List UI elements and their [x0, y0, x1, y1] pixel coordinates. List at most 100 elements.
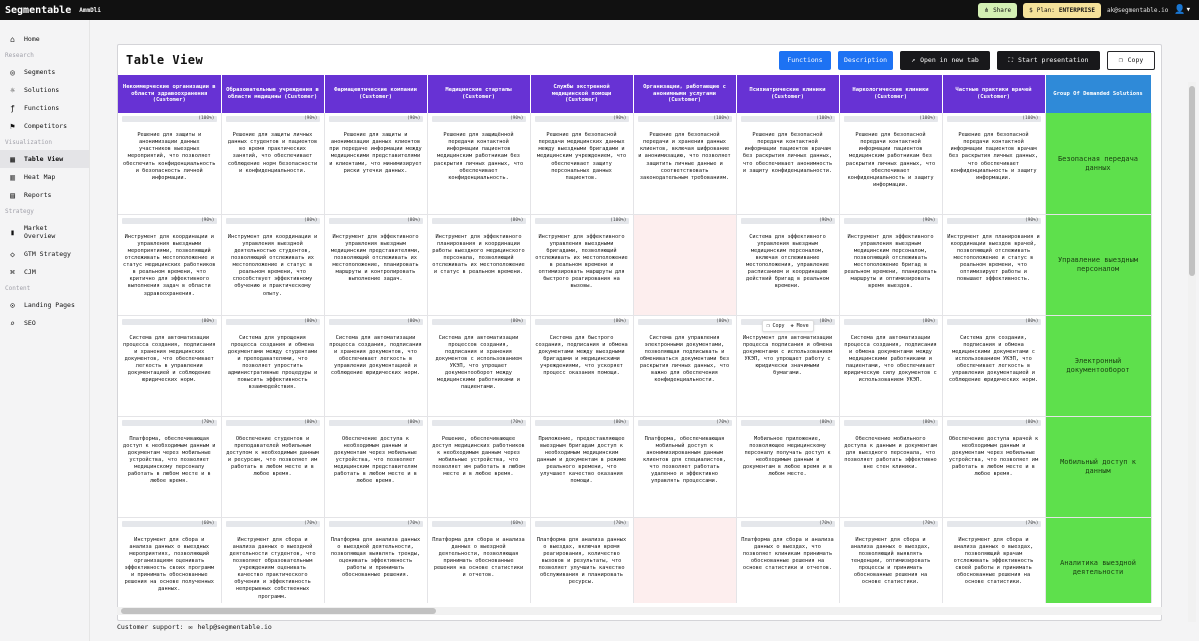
column-header[interactable]: Организации, работающие с анонимными усл…	[633, 75, 737, 113]
table-cell[interactable]: (70%) Инструмент для сбора и анализа данн…	[221, 517, 325, 603]
table-cell[interactable]: (100%) Решение для безопасной передачи ко…	[736, 113, 840, 215]
sidebar-item-heat-map[interactable]: ▥ Heat Map	[0, 168, 89, 186]
sidebar-item-seo[interactable]: ⌕ SEO	[0, 314, 89, 332]
column-header[interactable]: Медицинские стартапы (Customer)	[427, 75, 531, 113]
table-cell[interactable]: (70%) Платформа для анализа данных о выез…	[530, 517, 634, 603]
functions-button[interactable]: Functions	[779, 50, 831, 70]
column-header[interactable]: Некоммерческие организации в области здр…	[118, 75, 222, 113]
column-header[interactable]: Наркологические клиники (Customer)	[839, 75, 943, 113]
sidebar-item-solutions[interactable]: ☼ Solutions	[0, 81, 89, 99]
vertical-scrollbar[interactable]	[1188, 82, 1196, 622]
cell-text: Решение для защиты личных данных студент…	[227, 132, 318, 174]
brand-logo[interactable]: Segmentable	[5, 5, 71, 16]
column-header[interactable]: Частные практики врачей (Customer)	[942, 75, 1046, 113]
table-cell[interactable]: (70%) Платформа для анализа данных о выез…	[324, 517, 428, 603]
table-cell[interactable]: (80%) Система для быстрого создания, подп…	[530, 315, 634, 417]
table-cell[interactable]: (80%) Обеспечение мобильного доступа к да…	[839, 416, 943, 518]
support-email-link[interactable]: help@segmentable.io	[197, 623, 271, 631]
open-new-tab-button[interactable]: ↗ Open in new tab	[900, 50, 990, 70]
table-cell[interactable]: (80%) Система для автоматизации процесса …	[839, 315, 943, 417]
table-cell[interactable]: (80%) Обеспечение студентов и преподавате…	[221, 416, 325, 518]
sidebar-item-home[interactable]: ⌂ Home	[0, 30, 89, 48]
sidebar-item-table-view[interactable]: ▦ Table View	[0, 150, 89, 168]
table-cell[interactable]: (80%) Мобильное приложение, позволяющее м…	[736, 416, 840, 518]
cell-text: Инструмент для сбора и анализа данных о …	[850, 536, 931, 586]
share-button[interactable]: ⋔ Share	[978, 2, 1018, 18]
column-header[interactable]: Службы экстренной медицинской помощи (Cu…	[530, 75, 634, 113]
table-cell[interactable]: (60%) Платформа для сбора и анализа данны…	[427, 517, 531, 603]
sidebar-item-landing-pages[interactable]: ⊙ Landing Pages	[0, 296, 89, 314]
table-cell[interactable]: (80%) Система для автоматизации процесса …	[118, 315, 222, 417]
table-cell[interactable]: (90%) Инструмент для эффективного управле…	[839, 214, 943, 316]
table-row: (60%) Инструмент для сбора и анализа данн…	[118, 517, 1152, 603]
table-cell[interactable]: (80%) Обеспечение доступа к необходимым д…	[324, 416, 428, 518]
table-cell[interactable]: (70%) Инструмент для сбора и анализа данн…	[839, 517, 943, 603]
relevance-bar: (90%)	[946, 217, 1041, 224]
dollar-icon: $	[1029, 6, 1033, 14]
goal-cell[interactable]: Мобильный доступ к данным	[1045, 416, 1152, 518]
description-button[interactable]: Description	[838, 50, 893, 70]
sidebar-item-cjm[interactable]: ⌘ CJM	[0, 263, 89, 281]
table-cell[interactable]: (90%) Решение для защиты и анонимизации д…	[324, 113, 428, 215]
goal-cell[interactable]: Управление выездным персоналом	[1045, 214, 1152, 316]
goal-column-header[interactable]: Group Of Demanded Solutions	[1045, 75, 1152, 113]
table-cell[interactable]: (80%) Система для автоматизации процесса …	[324, 315, 428, 417]
column-header[interactable]: Психиатрические клиники (Customer)	[736, 75, 840, 113]
table-cell[interactable]: (70%) Платформа, обеспечивающая мобильный…	[633, 416, 737, 518]
table-cell[interactable]: (80%) Система для автоматизации процессов…	[427, 315, 531, 417]
table-cell[interactable]: (80%) Инструмент для эффективного управле…	[324, 214, 428, 316]
table-cell[interactable]: (100%) Решение для безопасной передачи и …	[633, 113, 737, 215]
table-cell[interactable]: (90%) Решение для защиты личных данных ст…	[221, 113, 325, 215]
column-header[interactable]: Образовательные учреждения в области мед…	[221, 75, 325, 113]
horizontal-scrollbar[interactable]	[117, 607, 1162, 615]
column-header[interactable]: Фармацевтические компании (Customer)	[324, 75, 428, 113]
table-cell[interactable]: (90%) Решение для защищённой передачи кон…	[427, 113, 531, 215]
vertical-scroll-thumb[interactable]	[1189, 86, 1195, 276]
table-cell[interactable]: (100%) Инструмент для эффективного управл…	[530, 214, 634, 316]
sidebar-item-reports[interactable]: ▤ Reports	[0, 186, 89, 204]
table-cell[interactable]: (80%) Инструмент для автоматизации процес…	[736, 315, 840, 417]
goal-cell[interactable]: Безопасная передача данных	[1045, 113, 1152, 215]
sidebar-item-competitors[interactable]: ⚑ Competitors	[0, 117, 89, 135]
table-cell[interactable]: (90%) Решение для безопасной передачи мед…	[530, 113, 634, 215]
table-cell[interactable]: (90%) Инструмент для координации и управл…	[118, 214, 222, 316]
sidebar-item-segments[interactable]: ◎ Segments	[0, 63, 89, 81]
user-menu-icon[interactable]: 👤▾	[1174, 5, 1191, 15]
table-cell[interactable]: (80%) Система для управления электронными…	[633, 315, 737, 417]
copy-cell-button[interactable]: ❐ Copy	[767, 323, 785, 330]
relevance-bar: (80%)	[843, 419, 938, 426]
table-cell[interactable]: (100%) Решение для защиты и анонимизации …	[118, 113, 222, 215]
table-cell[interactable]: (60%) Инструмент для сбора и анализа данн…	[118, 517, 222, 603]
table-cell[interactable]: (80%) Система для создания, подписания и …	[942, 315, 1046, 417]
plan-badge[interactable]: $ Plan: ENTERPRISE	[1023, 2, 1101, 18]
goal-cell[interactable]: Электронный документооборот	[1045, 315, 1152, 417]
table-cell[interactable]: (80%) Обеспечение доступа врачей к необхо…	[942, 416, 1046, 518]
table-cell[interactable]: (90%) Инструмент для планирования и коорд…	[942, 214, 1046, 316]
goal-cell[interactable]: Аналитика выездной деятельности	[1045, 517, 1152, 603]
table-cell[interactable]: (100%) Решение для безопасной передачи ко…	[839, 113, 943, 215]
table-cell[interactable]: (70%) Платформа для сбора и анализа данны…	[736, 517, 840, 603]
sidebar-item-market-overview[interactable]: ▮ Market Overview	[0, 219, 89, 245]
relevance-bar: (80%)	[534, 318, 629, 325]
table-cell[interactable]: (80%) Инструмент для эффективного планиро…	[427, 214, 531, 316]
table-cell[interactable]: (80%) Система для упрощения процесса созд…	[221, 315, 325, 417]
sidebar-item-functions[interactable]: ƒ Functions	[0, 99, 89, 117]
home-icon: ⌂	[10, 34, 15, 44]
table-cell[interactable]	[633, 517, 737, 603]
table-cell[interactable]: (90%) Система для эффективного управления…	[736, 214, 840, 316]
table-row: (70%) Платформа, обеспечивающая доступ к …	[118, 416, 1152, 518]
horizontal-scroll-thumb[interactable]	[121, 608, 436, 614]
table-cell[interactable]: (70%) Решение, обеспечивающее доступ меди…	[427, 416, 531, 518]
table-cell[interactable]: (70%) Инструмент для сбора и анализа данн…	[942, 517, 1046, 603]
table-cell[interactable]: (100%) Решение для безопасной передачи ко…	[942, 113, 1046, 215]
copy-button[interactable]: ❐ Copy	[1107, 50, 1155, 70]
table-cell[interactable]	[633, 214, 737, 316]
table-cell[interactable]: (70%) Платформа, обеспечивающая доступ к …	[118, 416, 222, 518]
relevance-bar: (90%)	[431, 116, 526, 122]
start-presentation-button[interactable]: ⛶ Start presentation	[997, 50, 1100, 70]
table-cell[interactable]: (80%) Приложение, предоставляющее выездны…	[530, 416, 634, 518]
sidebar-item-gtm-strategy[interactable]: ◇ GTM Strategy	[0, 245, 89, 263]
workspace-name[interactable]: AmmDli	[79, 7, 101, 14]
table-cell[interactable]: (80%) Инструмент для координации и управл…	[221, 214, 325, 316]
move-cell-button[interactable]: ✥ Move	[791, 323, 809, 330]
